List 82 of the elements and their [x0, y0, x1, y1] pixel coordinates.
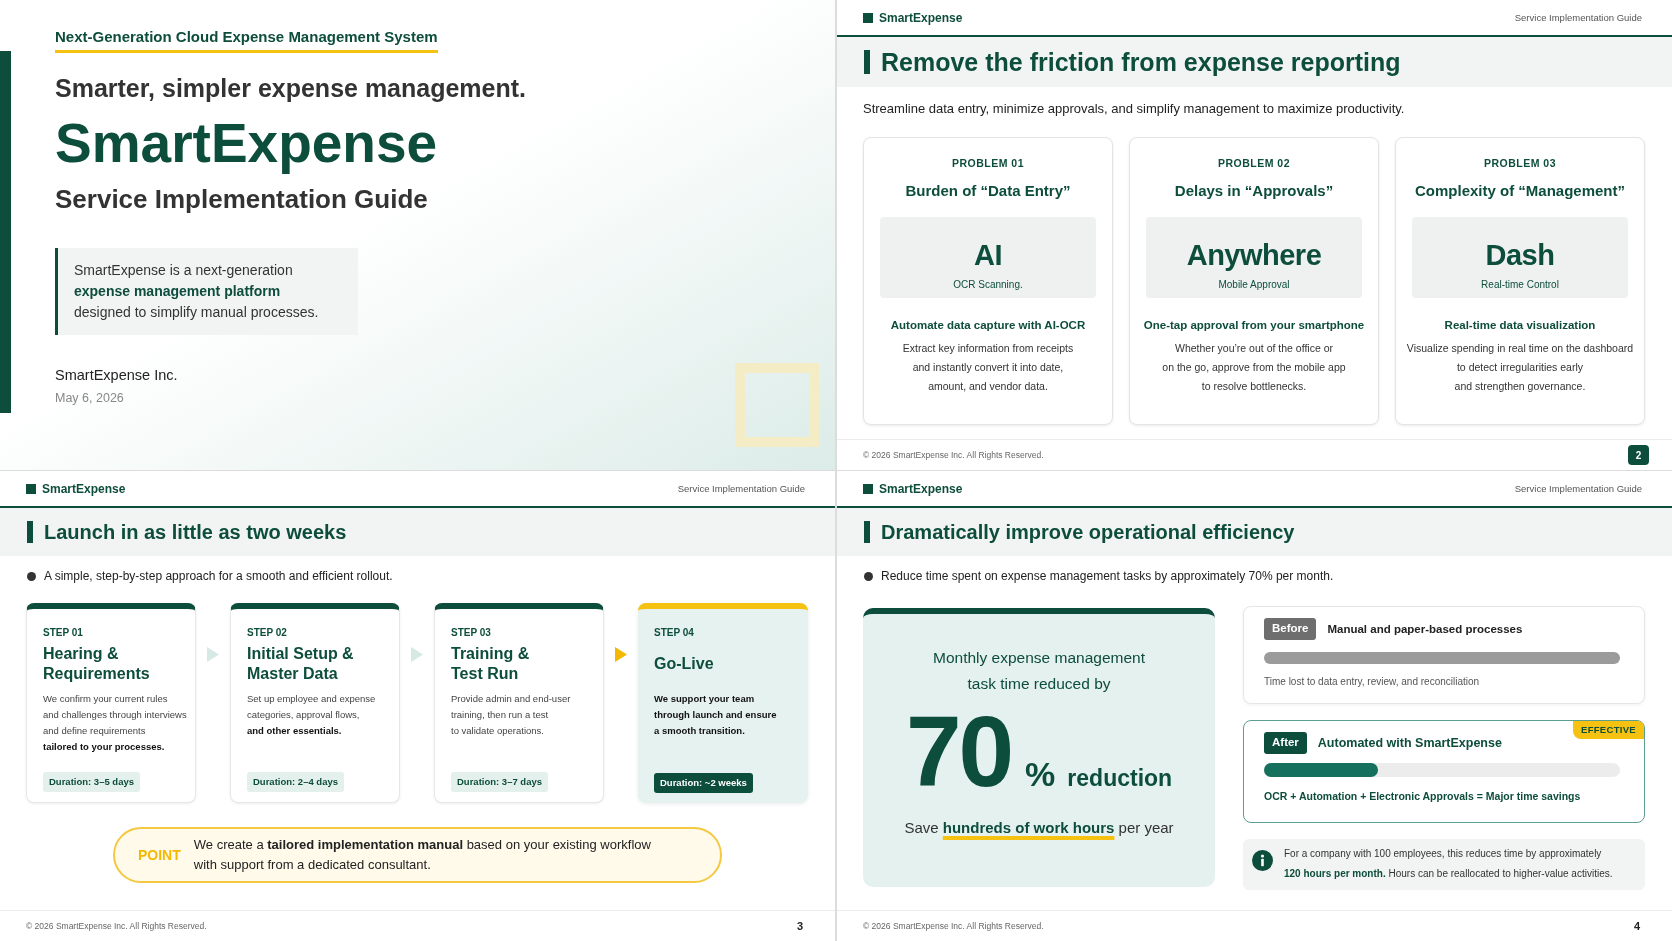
step-title: Hearing & Requirements: [43, 644, 150, 684]
status-badge: After: [1264, 732, 1307, 754]
lead-text: A simple, step-by-step approach for a smooth and efficient rollout.: [44, 568, 393, 585]
slide-title: Dramatically improve operational efficiency: [881, 520, 1295, 545]
step-title: Training & Test Run: [451, 644, 530, 684]
page-number: 3: [796, 919, 803, 933]
step-title: Go-Live: [654, 654, 714, 674]
slide-title: Remove the friction from expense reporting: [881, 47, 1401, 77]
step-label: STEP 04: [654, 626, 694, 640]
info-icon: [1252, 850, 1273, 871]
problem-description: Visualize spending in real time on the dashboard to detect irregularities early and strengthen governance.: [1406, 341, 1634, 394]
brand-name: SmartExpense: [879, 480, 963, 497]
problem-title: Delays in “Approvals”: [1174, 181, 1334, 201]
brand-name: SmartExpense: [42, 480, 126, 497]
keyword-caption: OCR Scanning.: [953, 278, 1023, 292]
keyword-text: Anywhere: [1186, 238, 1322, 273]
slide-title: Launch in as little as two weeks: [44, 520, 347, 545]
status-badge: Before: [1264, 618, 1317, 640]
step-description: We confirm your current rules and challenges through interviews and define requirements tailored to your processes.: [43, 692, 187, 754]
problem-description: Extract key information from receipts and instantly convert it into date, amount, and vendor data.: [902, 341, 1074, 394]
duration-badge: Duration: 3–7 days: [451, 772, 548, 792]
problem-heading: Real-time data visualization: [1444, 318, 1596, 333]
accent-bar: [27, 521, 33, 543]
point-text: We create a tailored implementation manual based on your existing workflow with support from a dedicated consultant.: [193, 836, 651, 874]
step-description: Provide admin and end-user training, then run a test to validate operations.: [451, 692, 572, 738]
step-description: We support your team through launch and ensure a smooth transition.: [654, 692, 778, 738]
lead-text: Streamline data entry, minimize approvals, and simplify management to maximize productivity.: [863, 100, 1406, 118]
stat-suffix: reduction: [1067, 767, 1173, 790]
lead-text: Reduce time spent on expense management tasks by approximately 70% per month.: [881, 568, 1334, 585]
step-description: Set up employee and expense categories, approval flows, and other essentials.: [247, 692, 377, 738]
problem-label: PROBLEM 03: [1483, 156, 1557, 170]
company-name: SmartExpense Inc.: [55, 366, 178, 385]
accent-bar: [864, 521, 870, 543]
duration-badge: Duration: 2–4 days: [247, 772, 344, 792]
accent-bar: [864, 50, 870, 74]
problem-heading: Automate data capture with AI-OCR: [890, 318, 1086, 333]
guide-title: Service Implementation Guide: [1514, 481, 1642, 496]
problem-label: PROBLEM 02: [1217, 156, 1291, 170]
keyword-caption: Real-time Control: [1481, 278, 1559, 292]
keyword-text: Dash: [1485, 238, 1555, 273]
info-text: For a company with 100 employees, this reduces time by approximately 120 hours per month. Hours can be reallocated to higher-value activities.: [1284, 847, 1613, 881]
guide-title: Service Implementation Guide: [1514, 10, 1642, 25]
problem-description: Whether you’re out of the office or on the go, approve from the mobile app to resolve bottlenecks.: [1162, 341, 1346, 394]
point-label: POINT: [138, 846, 181, 864]
square-outline-icon: [735, 363, 819, 447]
problem-title: Burden of “Data Entry”: [905, 181, 1071, 201]
date-text: May 6, 2026: [55, 390, 124, 407]
problem-label: PROBLEM 01: [951, 156, 1025, 170]
square-icon: [26, 483, 36, 494]
subtitle: Service Implementation Guide: [55, 183, 428, 215]
brand-name: SmartExpense: [879, 9, 963, 26]
page-number: 4: [1633, 919, 1640, 933]
square-icon: [863, 12, 873, 23]
step-label: STEP 03: [451, 626, 491, 640]
tagline: Next-Generation Cloud Expense Management System: [55, 27, 438, 53]
duration-badge: Duration: 3–5 days: [43, 772, 140, 792]
headline: Smarter, simpler expense management.: [55, 73, 527, 103]
product-name: SmartExpense: [55, 113, 438, 173]
problem-heading: One-tap approval from your smartphone: [1143, 318, 1365, 333]
keyword-caption: Mobile Approval: [1218, 278, 1290, 292]
guide-title: Service Implementation Guide: [677, 481, 805, 496]
page-number: 2: [1628, 445, 1649, 465]
comparison-title: Automated with SmartExpense: [1317, 735, 1502, 751]
step-label: STEP 02: [247, 626, 287, 640]
copyright-text: © 2026 SmartExpense Inc. All Rights Reserved.: [863, 449, 1044, 461]
step-label: STEP 01: [43, 626, 83, 640]
summary-text: SmartExpense is a next-generation expense management platform designed to simplify manual processes.: [74, 261, 320, 322]
copyright-text: © 2026 SmartExpense Inc. All Rights Reserved.: [26, 920, 207, 932]
comparison-caption: Time lost to data entry, review, and reconciliation: [1264, 675, 1481, 689]
effective-tag: EFFECTIVE: [1573, 721, 1644, 739]
stat-intro: Monthly expense management task time reduced by: [933, 648, 1145, 694]
keyword-text: AI: [974, 238, 1002, 273]
step-title: Initial Setup & Master Data: [247, 644, 354, 684]
copyright-text: © 2026 SmartExpense Inc. All Rights Reserved.: [863, 920, 1044, 932]
stat-note: Save hundreds of work hours per year: [904, 818, 1174, 838]
comparison-title: Manual and paper-based processes: [1327, 622, 1523, 637]
duration-badge: Duration: ~2 weeks: [654, 773, 753, 793]
square-icon: [863, 483, 873, 494]
stat-value: 70: [905, 701, 1012, 801]
comparison-caption: OCR + Automation + Electronic Approvals = Major time savings: [1264, 789, 1582, 804]
stat-unit: %: [1025, 757, 1056, 791]
problem-title: Complexity of “Management”: [1415, 181, 1625, 201]
